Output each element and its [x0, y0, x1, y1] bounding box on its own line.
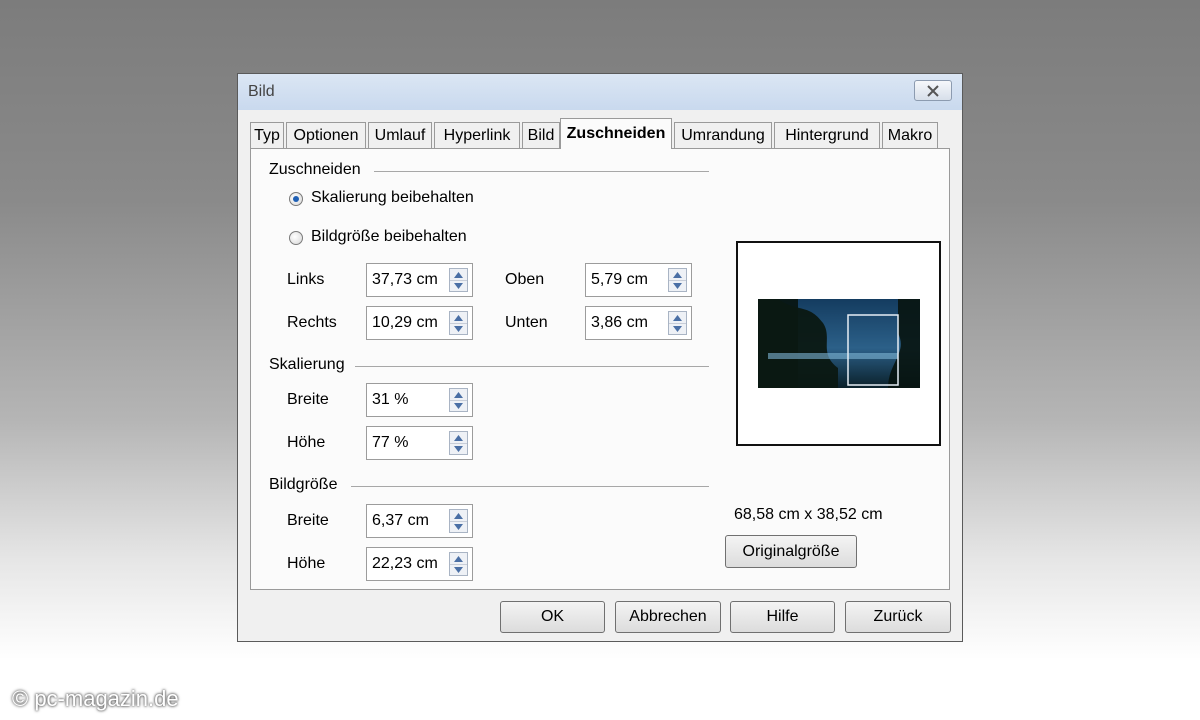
spin-down-icon[interactable]: [669, 280, 686, 291]
close-icon: [927, 84, 939, 97]
keep-scale-radio[interactable]: [289, 192, 303, 206]
crop-right-label: Rechts: [287, 314, 337, 331]
tab-bild[interactable]: Bild: [522, 122, 560, 148]
size-width-field[interactable]: 6,37 cm: [366, 504, 473, 538]
original-dimensions: 68,58 cm x 38,52 cm: [734, 506, 883, 523]
tab-hintergrund[interactable]: Hintergrund: [774, 122, 880, 148]
spin-down-icon[interactable]: [450, 521, 467, 532]
scale-width-field[interactable]: 31 %: [366, 383, 473, 417]
scale-height-field[interactable]: 77 %: [366, 426, 473, 460]
size-height-spinner[interactable]: [449, 552, 468, 576]
reset-button[interactable]: Zurück: [845, 601, 951, 633]
crop-bottom-spinner[interactable]: [668, 311, 687, 335]
size-height-field[interactable]: 22,23 cm: [366, 547, 473, 581]
keep-size-label[interactable]: Bildgröße beibehalten: [311, 228, 467, 246]
crop-right-field[interactable]: 10,29 cm: [366, 306, 473, 340]
scale-width-label: Breite: [287, 391, 329, 408]
title-bar: Bild: [238, 74, 962, 110]
scale-height-value: 77 %: [372, 434, 409, 451]
tab-umrandung[interactable]: Umrandung: [674, 122, 772, 148]
scale-width-value: 31 %: [372, 391, 409, 408]
crop-right-value: 10,29 cm: [372, 314, 438, 331]
crop-panel: Zuschneiden Skalierung beibehalten Bildg…: [250, 148, 950, 590]
keep-scale-label[interactable]: Skalierung beibehalten: [311, 189, 474, 207]
crop-section-title: Zuschneiden: [269, 161, 361, 178]
tab-zuschneiden[interactable]: Zuschneiden: [560, 118, 672, 149]
spin-down-icon[interactable]: [669, 323, 686, 334]
size-width-spinner[interactable]: [449, 509, 468, 533]
tab-makro[interactable]: Makro: [882, 122, 938, 148]
size-width-value: 6,37 cm: [372, 512, 429, 529]
tab-typ[interactable]: Typ: [250, 122, 284, 148]
close-button[interactable]: [914, 80, 952, 101]
crop-top-spinner[interactable]: [668, 268, 687, 292]
spin-down-icon[interactable]: [450, 564, 467, 575]
preview-image: [758, 299, 920, 388]
spin-down-icon[interactable]: [450, 280, 467, 291]
scale-height-spinner[interactable]: [449, 431, 468, 455]
original-size-button[interactable]: Originalgröße: [725, 535, 857, 568]
crop-bottom-field[interactable]: 3,86 cm: [585, 306, 692, 340]
crop-left-spinner[interactable]: [449, 268, 468, 292]
crop-top-value: 5,79 cm: [591, 271, 648, 288]
spin-down-icon[interactable]: [450, 400, 467, 411]
crop-left-field[interactable]: 37,73 cm: [366, 263, 473, 297]
crop-bottom-value: 3,86 cm: [591, 314, 648, 331]
crop-left-value: 37,73 cm: [372, 271, 438, 288]
crop-section-line: [374, 171, 709, 172]
scale-width-spinner[interactable]: [449, 388, 468, 412]
help-button[interactable]: Hilfe: [730, 601, 835, 633]
crop-left-label: Links: [287, 271, 325, 288]
size-height-value: 22,23 cm: [372, 555, 438, 572]
ok-button[interactable]: OK: [500, 601, 605, 633]
size-width-label: Breite: [287, 512, 329, 529]
size-section-line: [351, 486, 709, 487]
size-height-label: Höhe: [287, 555, 326, 572]
window-title: Bild: [248, 83, 275, 100]
tab-umlauf[interactable]: Umlauf: [368, 122, 432, 148]
tab-optionen[interactable]: Optionen: [286, 122, 366, 148]
crop-right-spinner[interactable]: [449, 311, 468, 335]
scale-section-line: [355, 366, 709, 367]
watermark-text: © pc-magazin.de: [12, 686, 179, 711]
crop-preview: [736, 241, 941, 446]
keep-size-radio[interactable]: [289, 231, 303, 245]
image-dialog: Bild Typ Optionen Umlauf Hyperlink Bild …: [237, 73, 963, 642]
cancel-button[interactable]: Abbrechen: [615, 601, 721, 633]
crop-top-field[interactable]: 5,79 cm: [585, 263, 692, 297]
scale-section-title: Skalierung: [269, 356, 345, 373]
tab-hyperlink[interactable]: Hyperlink: [434, 122, 520, 148]
spin-down-icon[interactable]: [450, 443, 467, 454]
crop-bottom-label: Unten: [505, 314, 548, 331]
spin-down-icon[interactable]: [450, 323, 467, 334]
scale-height-label: Höhe: [287, 434, 326, 451]
crop-top-label: Oben: [505, 271, 545, 288]
size-section-title: Bildgröße: [269, 476, 338, 493]
